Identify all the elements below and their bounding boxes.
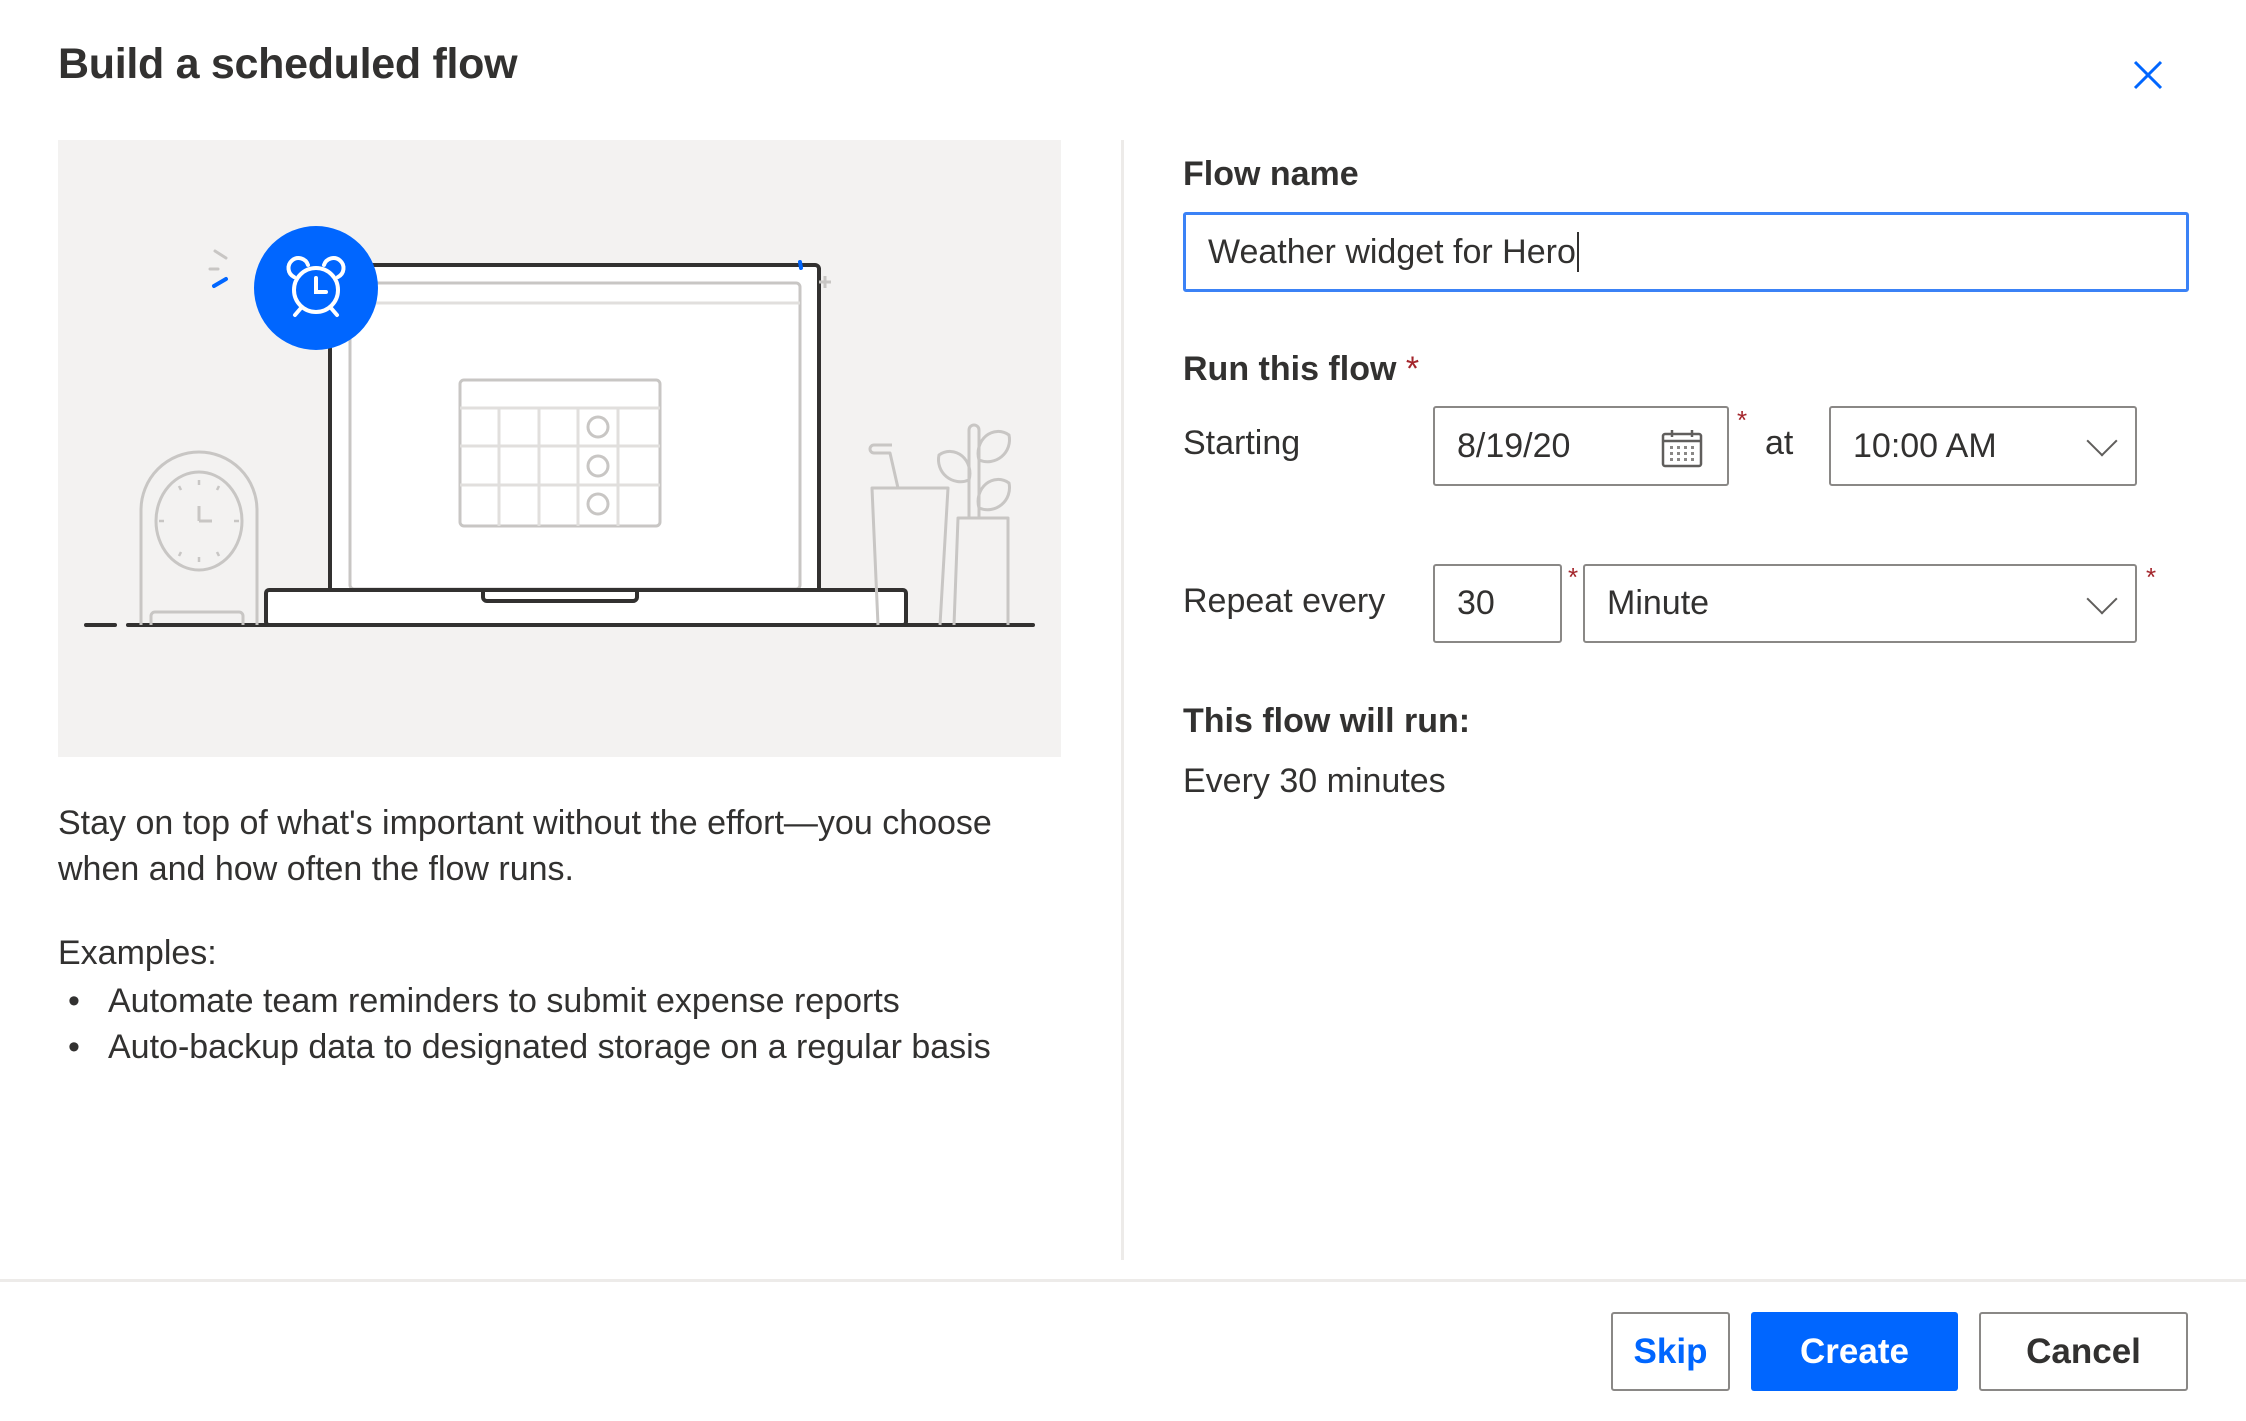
- footer-divider: [0, 1279, 2246, 1282]
- unit-required-mark: *: [2146, 562, 2157, 592]
- description-text: Stay on top of what's important without …: [58, 804, 992, 888]
- flow-name-input[interactable]: Weather widget for Hero: [1183, 212, 2189, 292]
- repeat-every-label: Repeat every: [1183, 582, 1386, 620]
- column-divider: [1121, 140, 1124, 1260]
- cancel-button[interactable]: Cancel: [1979, 1312, 2188, 1391]
- run-this-flow-label: Run this flow *: [1183, 350, 1419, 389]
- chevron-down-icon: [2086, 582, 2118, 615]
- examples-list: Automate team reminders to submit expens…: [58, 978, 991, 1070]
- starting-label: Starting: [1183, 424, 1301, 462]
- repeat-unit-value: Minute: [1607, 584, 1710, 622]
- example-item: Auto-backup data to designated storage o…: [58, 1024, 991, 1070]
- desk-clock-icon: [139, 450, 259, 625]
- flow-name-value: Weather widget for Hero: [1208, 232, 1576, 271]
- illustration: [58, 140, 1061, 757]
- chevron-down-icon: [2086, 425, 2118, 457]
- example-item: Automate team reminders to submit expens…: [58, 978, 991, 1024]
- close-icon: [2133, 60, 2163, 90]
- alarm-clock-badge: [254, 226, 378, 350]
- repeat-unit-dropdown[interactable]: Minute: [1583, 564, 2137, 643]
- repeat-interval-value: 30: [1457, 584, 1495, 622]
- skip-button[interactable]: Skip: [1611, 1312, 1730, 1391]
- calendar-icon[interactable]: [1661, 428, 1703, 468]
- summary-value: Every 30 minutes: [1183, 762, 1446, 800]
- flow-name-label: Flow name: [1183, 155, 1359, 193]
- start-date-picker[interactable]: 8/19/20: [1433, 406, 1729, 486]
- repeat-interval-input[interactable]: 30: [1433, 564, 1562, 643]
- date-required-mark: *: [1737, 405, 1748, 435]
- run-this-flow-text: Run this flow: [1183, 350, 1397, 388]
- create-button[interactable]: Create: [1751, 1312, 1958, 1391]
- close-button[interactable]: [2128, 55, 2168, 95]
- at-label: at: [1765, 424, 1794, 462]
- interval-required-mark: *: [1568, 562, 1579, 592]
- illustration-graphic: [84, 226, 1035, 627]
- start-time-value: 10:00 AM: [1853, 426, 1997, 465]
- text-caret: [1576, 232, 1579, 272]
- required-mark: *: [1405, 350, 1420, 388]
- start-time-dropdown[interactable]: 10:00 AM: [1829, 406, 2137, 486]
- start-date-value: 8/19/20: [1457, 426, 1571, 465]
- examples-label: Examples:: [58, 934, 217, 972]
- summary-label: This flow will run:: [1183, 702, 1471, 740]
- plant-icon: [937, 423, 1011, 626]
- dialog-title: Build a scheduled flow: [58, 40, 518, 88]
